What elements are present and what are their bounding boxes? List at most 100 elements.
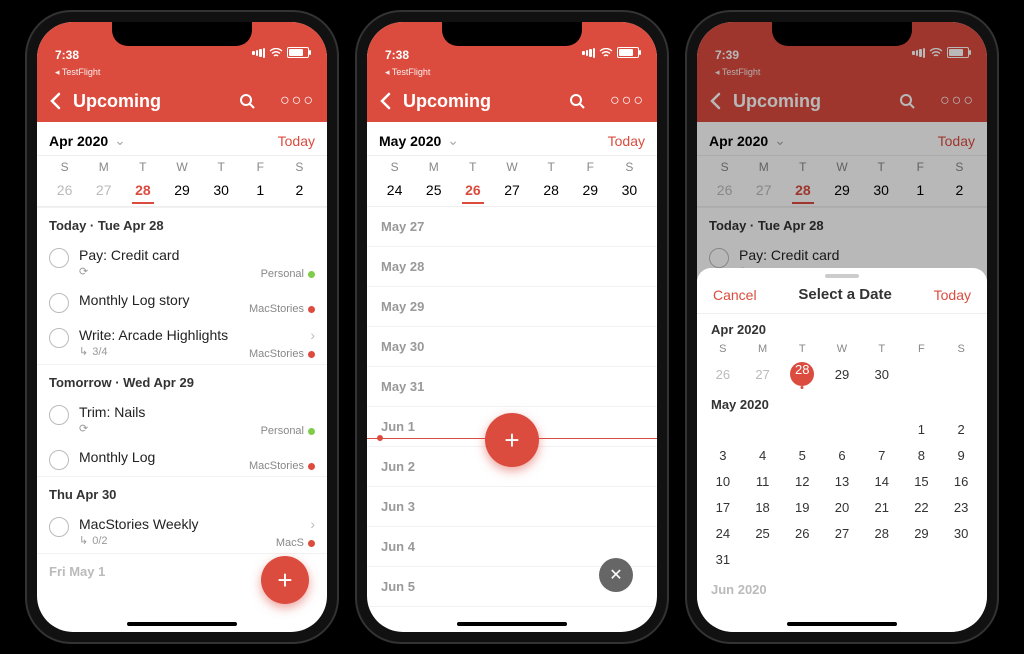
calendar-day[interactable]: 12 xyxy=(782,468,822,494)
screen: 7:38 ◂ TestFlight Upcoming ○○○ May 2020 … xyxy=(367,22,657,632)
selected-date[interactable]: 28 xyxy=(790,362,814,386)
screen: 7:38 ◂ TestFlight Upcoming ○○○ Apr 2020 … xyxy=(37,22,327,632)
section-header: Tomorrow · Wed Apr 29 xyxy=(37,364,327,396)
home-indicator xyxy=(127,622,237,626)
signal-icon xyxy=(252,48,265,58)
page-title: Upcoming xyxy=(403,91,491,112)
calendar-day[interactable]: 19 xyxy=(782,494,822,520)
task-row[interactable]: Monthly Log MacStories xyxy=(37,441,327,476)
calendar-day[interactable]: 25 xyxy=(743,520,783,546)
complete-checkbox[interactable] xyxy=(49,328,69,348)
calendar-day xyxy=(862,546,902,572)
sheet-month-label: Apr 2020 xyxy=(697,314,987,339)
task-row[interactable]: Write: Arcade Highlights ↳ 3/4 › MacStor… xyxy=(37,319,327,364)
calendar-day[interactable]: 21 xyxy=(862,494,902,520)
calendar-day[interactable]: 30 xyxy=(941,520,981,546)
calendar-day xyxy=(743,416,783,442)
calendar-day[interactable]: 9 xyxy=(941,442,981,468)
week-dates[interactable]: 24252627282930 xyxy=(367,178,657,207)
navbar: Upcoming ○○○ xyxy=(367,80,657,122)
home-indicator xyxy=(457,622,567,626)
more-icon[interactable]: ○○○ xyxy=(610,92,645,110)
today-button[interactable]: Today xyxy=(934,287,971,303)
weekday-header: SMTWTFS xyxy=(37,156,327,178)
calendar-day xyxy=(902,546,942,572)
week-dates[interactable]: 262728293012 xyxy=(37,178,327,207)
calendar-day[interactable]: 13 xyxy=(822,468,862,494)
calendar-day[interactable]: 7 xyxy=(862,442,902,468)
search-icon[interactable] xyxy=(568,92,586,110)
calendar-day[interactable]: 18 xyxy=(743,494,783,520)
day-header[interactable]: May 28 xyxy=(367,247,657,287)
back-to-testflight[interactable]: ◂ TestFlight xyxy=(385,67,430,78)
back-icon[interactable] xyxy=(49,92,63,110)
section-header: Today · Tue Apr 28 xyxy=(37,207,327,239)
notch xyxy=(772,22,912,46)
calendar-day xyxy=(782,546,822,572)
project-dot xyxy=(308,540,315,547)
task-row[interactable]: MacStories Weekly ↳ 0/2 › MacS xyxy=(37,508,327,553)
today-button[interactable]: Today xyxy=(608,133,645,149)
project-dot xyxy=(308,428,315,435)
calendar-day[interactable]: 4 xyxy=(743,442,783,468)
day-header[interactable]: Jun 3 xyxy=(367,487,657,527)
complete-checkbox[interactable] xyxy=(49,248,69,268)
task-row[interactable]: Trim: Nails ⟳ Personal xyxy=(37,396,327,441)
calendar-day[interactable]: 14 xyxy=(862,468,902,494)
calendar-grid[interactable]: 26 27 28 29 30 xyxy=(697,359,987,389)
today-button[interactable]: Today xyxy=(278,133,315,149)
battery-icon xyxy=(617,47,639,58)
add-task-button[interactable]: + xyxy=(261,556,309,604)
calendar-day[interactable]: 24 xyxy=(703,520,743,546)
calendar-day[interactable]: 26 xyxy=(782,520,822,546)
chevron-down-icon: ⌄ xyxy=(114,132,126,149)
complete-checkbox[interactable] xyxy=(49,293,69,313)
home-indicator xyxy=(787,622,897,626)
cancel-button[interactable]: Cancel xyxy=(713,287,757,303)
calendar-day[interactable]: 2 xyxy=(941,416,981,442)
sheet-handle[interactable] xyxy=(825,274,859,278)
calendar-day xyxy=(822,546,862,572)
day-header[interactable]: May 31 xyxy=(367,367,657,407)
complete-checkbox[interactable] xyxy=(49,517,69,537)
back-to-testflight[interactable]: ◂ TestFlight xyxy=(55,67,100,78)
complete-checkbox[interactable] xyxy=(49,450,69,470)
add-task-button[interactable]: + xyxy=(485,413,539,467)
section-header: Thu Apr 30 xyxy=(37,476,327,508)
task-row[interactable]: Pay: Credit card ⟳ Personal xyxy=(37,239,327,284)
calendar-day[interactable]: 16 xyxy=(941,468,981,494)
calendar-day[interactable]: 8 xyxy=(902,442,942,468)
month-selector[interactable]: May 2020 ⌄ Today xyxy=(367,122,657,156)
wifi-icon xyxy=(269,48,283,58)
more-icon[interactable]: ○○○ xyxy=(280,92,315,110)
calendar-day[interactable]: 23 xyxy=(941,494,981,520)
calendar-day[interactable]: 15 xyxy=(902,468,942,494)
date-picker-sheet: Cancel Select a Date Today Apr 2020 SMTW… xyxy=(697,268,987,632)
calendar-day[interactable]: 17 xyxy=(703,494,743,520)
screen: 7:39 ◂ TestFlight Upcoming ○○○ Apr 2020 … xyxy=(697,22,987,632)
phone-3: 7:39 ◂ TestFlight Upcoming ○○○ Apr 2020 … xyxy=(687,12,997,642)
complete-checkbox[interactable] xyxy=(49,405,69,425)
search-icon[interactable] xyxy=(238,92,256,110)
calendar-day[interactable]: 31 xyxy=(703,546,743,572)
calendar-day[interactable]: 27 xyxy=(822,520,862,546)
calendar-day[interactable]: 5 xyxy=(782,442,822,468)
calendar-day[interactable]: 20 xyxy=(822,494,862,520)
day-header[interactable]: May 29 xyxy=(367,287,657,327)
page-title: Upcoming xyxy=(73,91,161,112)
back-icon[interactable] xyxy=(379,92,393,110)
month-selector[interactable]: Apr 2020 ⌄ Today xyxy=(37,122,327,156)
calendar-day[interactable]: 11 xyxy=(743,468,783,494)
calendar-day[interactable]: 22 xyxy=(902,494,942,520)
calendar-day[interactable]: 1 xyxy=(902,416,942,442)
day-header[interactable]: May 27 xyxy=(367,207,657,247)
calendar-day[interactable]: 29 xyxy=(902,520,942,546)
calendar-grid[interactable]: 1234567891011121314151617181920212223242… xyxy=(697,414,987,574)
task-row[interactable]: Monthly Log story MacStories xyxy=(37,284,327,319)
day-header[interactable]: May 30 xyxy=(367,327,657,367)
calendar-day[interactable]: 3 xyxy=(703,442,743,468)
close-button[interactable]: ✕ xyxy=(599,558,633,592)
calendar-day[interactable]: 28 xyxy=(862,520,902,546)
calendar-day[interactable]: 10 xyxy=(703,468,743,494)
calendar-day[interactable]: 6 xyxy=(822,442,862,468)
